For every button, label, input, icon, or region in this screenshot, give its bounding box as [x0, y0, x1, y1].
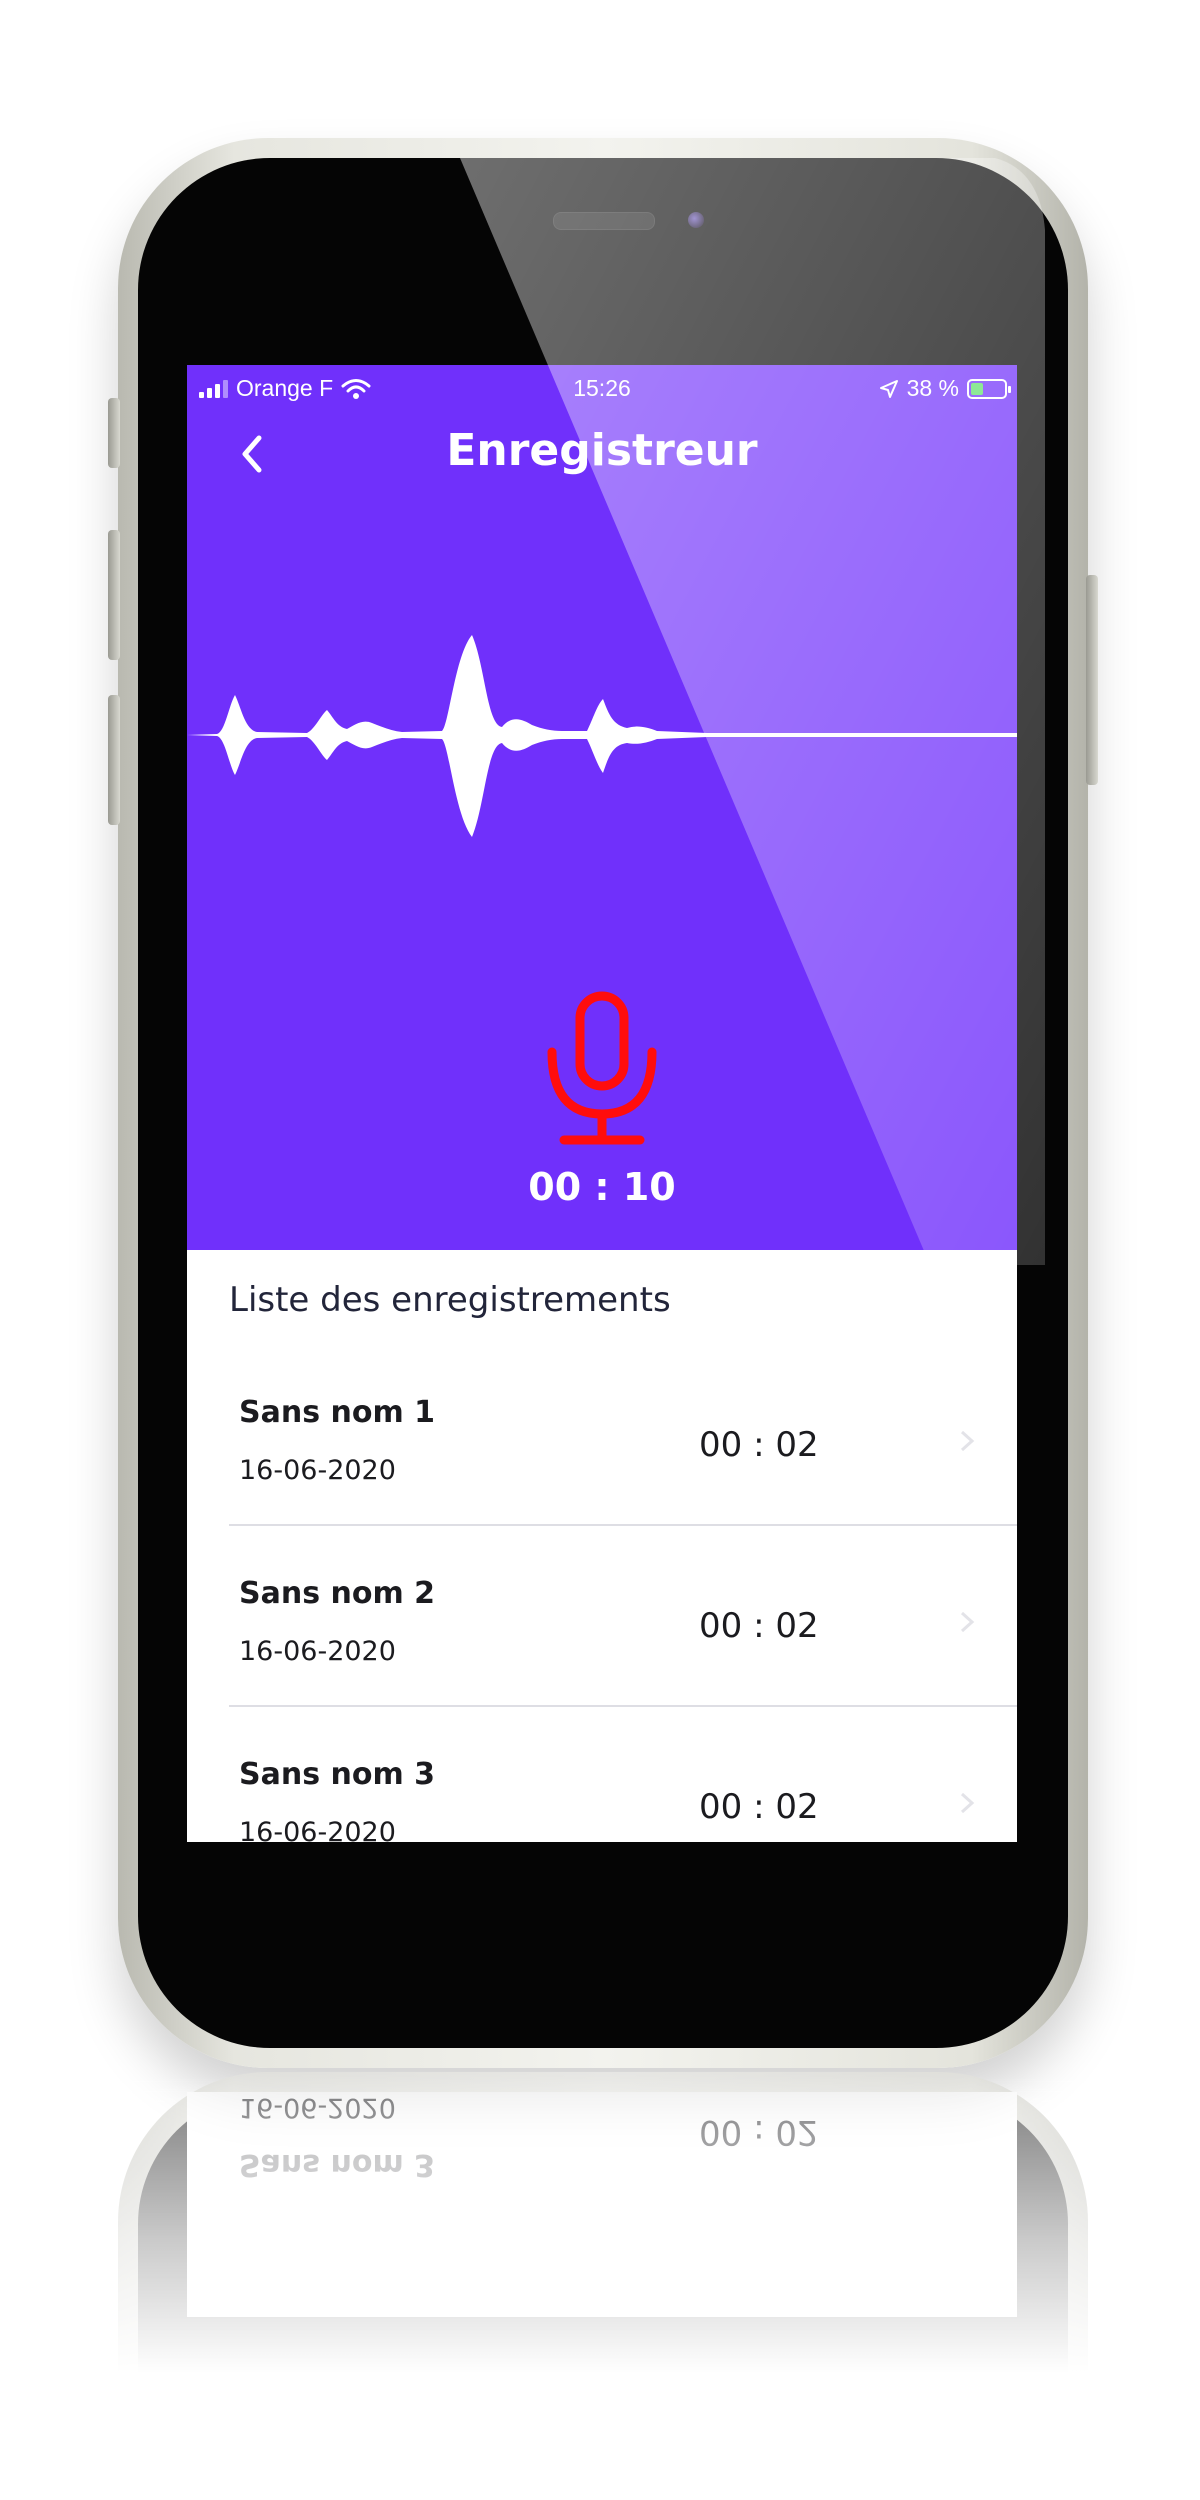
battery-level-fill: [971, 382, 984, 395]
recordings-list-title: Liste des enregistrements: [229, 1280, 671, 1320]
volume-down-button: [108, 695, 120, 825]
recording-timer: 00 : 10: [528, 1165, 676, 1209]
power-button: [1086, 575, 1098, 785]
front-camera: [688, 212, 704, 228]
status-bar: Orange F 15:26 38 %: [187, 365, 1017, 411]
recording-name: Sans nom 3: [239, 1757, 436, 1792]
audio-waveform: [187, 635, 1017, 837]
chevron-right-icon: [960, 1611, 975, 1633]
chevron-right-icon: [960, 1792, 975, 1814]
battery-icon: [967, 378, 1011, 399]
recording-date: 16-06-2020: [239, 1455, 396, 1486]
recording-duration: 00 : 02: [699, 1606, 819, 1646]
location-arrow-icon: [879, 379, 898, 398]
recording-date: 16-06-2020: [239, 1636, 396, 1667]
recording-name: Sans nom 2: [239, 1576, 436, 1611]
earpiece-speaker: [553, 212, 655, 230]
recording-item[interactable]: Sans nom 2 16-06-2020 00 : 02: [229, 1526, 1017, 1707]
battery-percent: 38 %: [906, 375, 959, 401]
recording-date: 16-06-2020: [239, 1817, 396, 1842]
recording-duration: 00 : 02: [699, 1425, 819, 1465]
record-microphone-button[interactable]: [542, 990, 662, 1150]
recording-duration: 00 : 02: [699, 1787, 819, 1827]
recording-item[interactable]: Sans nom 1 16-06-2020 00 : 02: [229, 1345, 1017, 1526]
volume-up-button: [108, 530, 120, 660]
navigation-bar: Enregistreur: [187, 411, 1017, 501]
reflection-fade: [118, 2072, 1088, 2372]
recorder-panel: Orange F 15:26 38 % Enregistreur 00: 10: [187, 365, 1017, 1250]
page-title: Enregistreur: [446, 425, 758, 476]
recording-name: Sans nom 1: [239, 1395, 436, 1430]
recording-item[interactable]: Sans nom 3 16-06-2020 00 : 02: [229, 1707, 1017, 1842]
microphone-icon: [575, 991, 629, 1091]
silent-switch: [108, 398, 120, 468]
chevron-right-icon: [960, 1430, 975, 1452]
status-right: 38 %: [879, 375, 1011, 402]
app-screen: Orange F 15:26 38 % Enregistreur 00: 10…: [187, 365, 1017, 1842]
phone-reflection: 16-06-2020 00 : 02 Sans nom 3: [118, 2072, 1088, 2372]
